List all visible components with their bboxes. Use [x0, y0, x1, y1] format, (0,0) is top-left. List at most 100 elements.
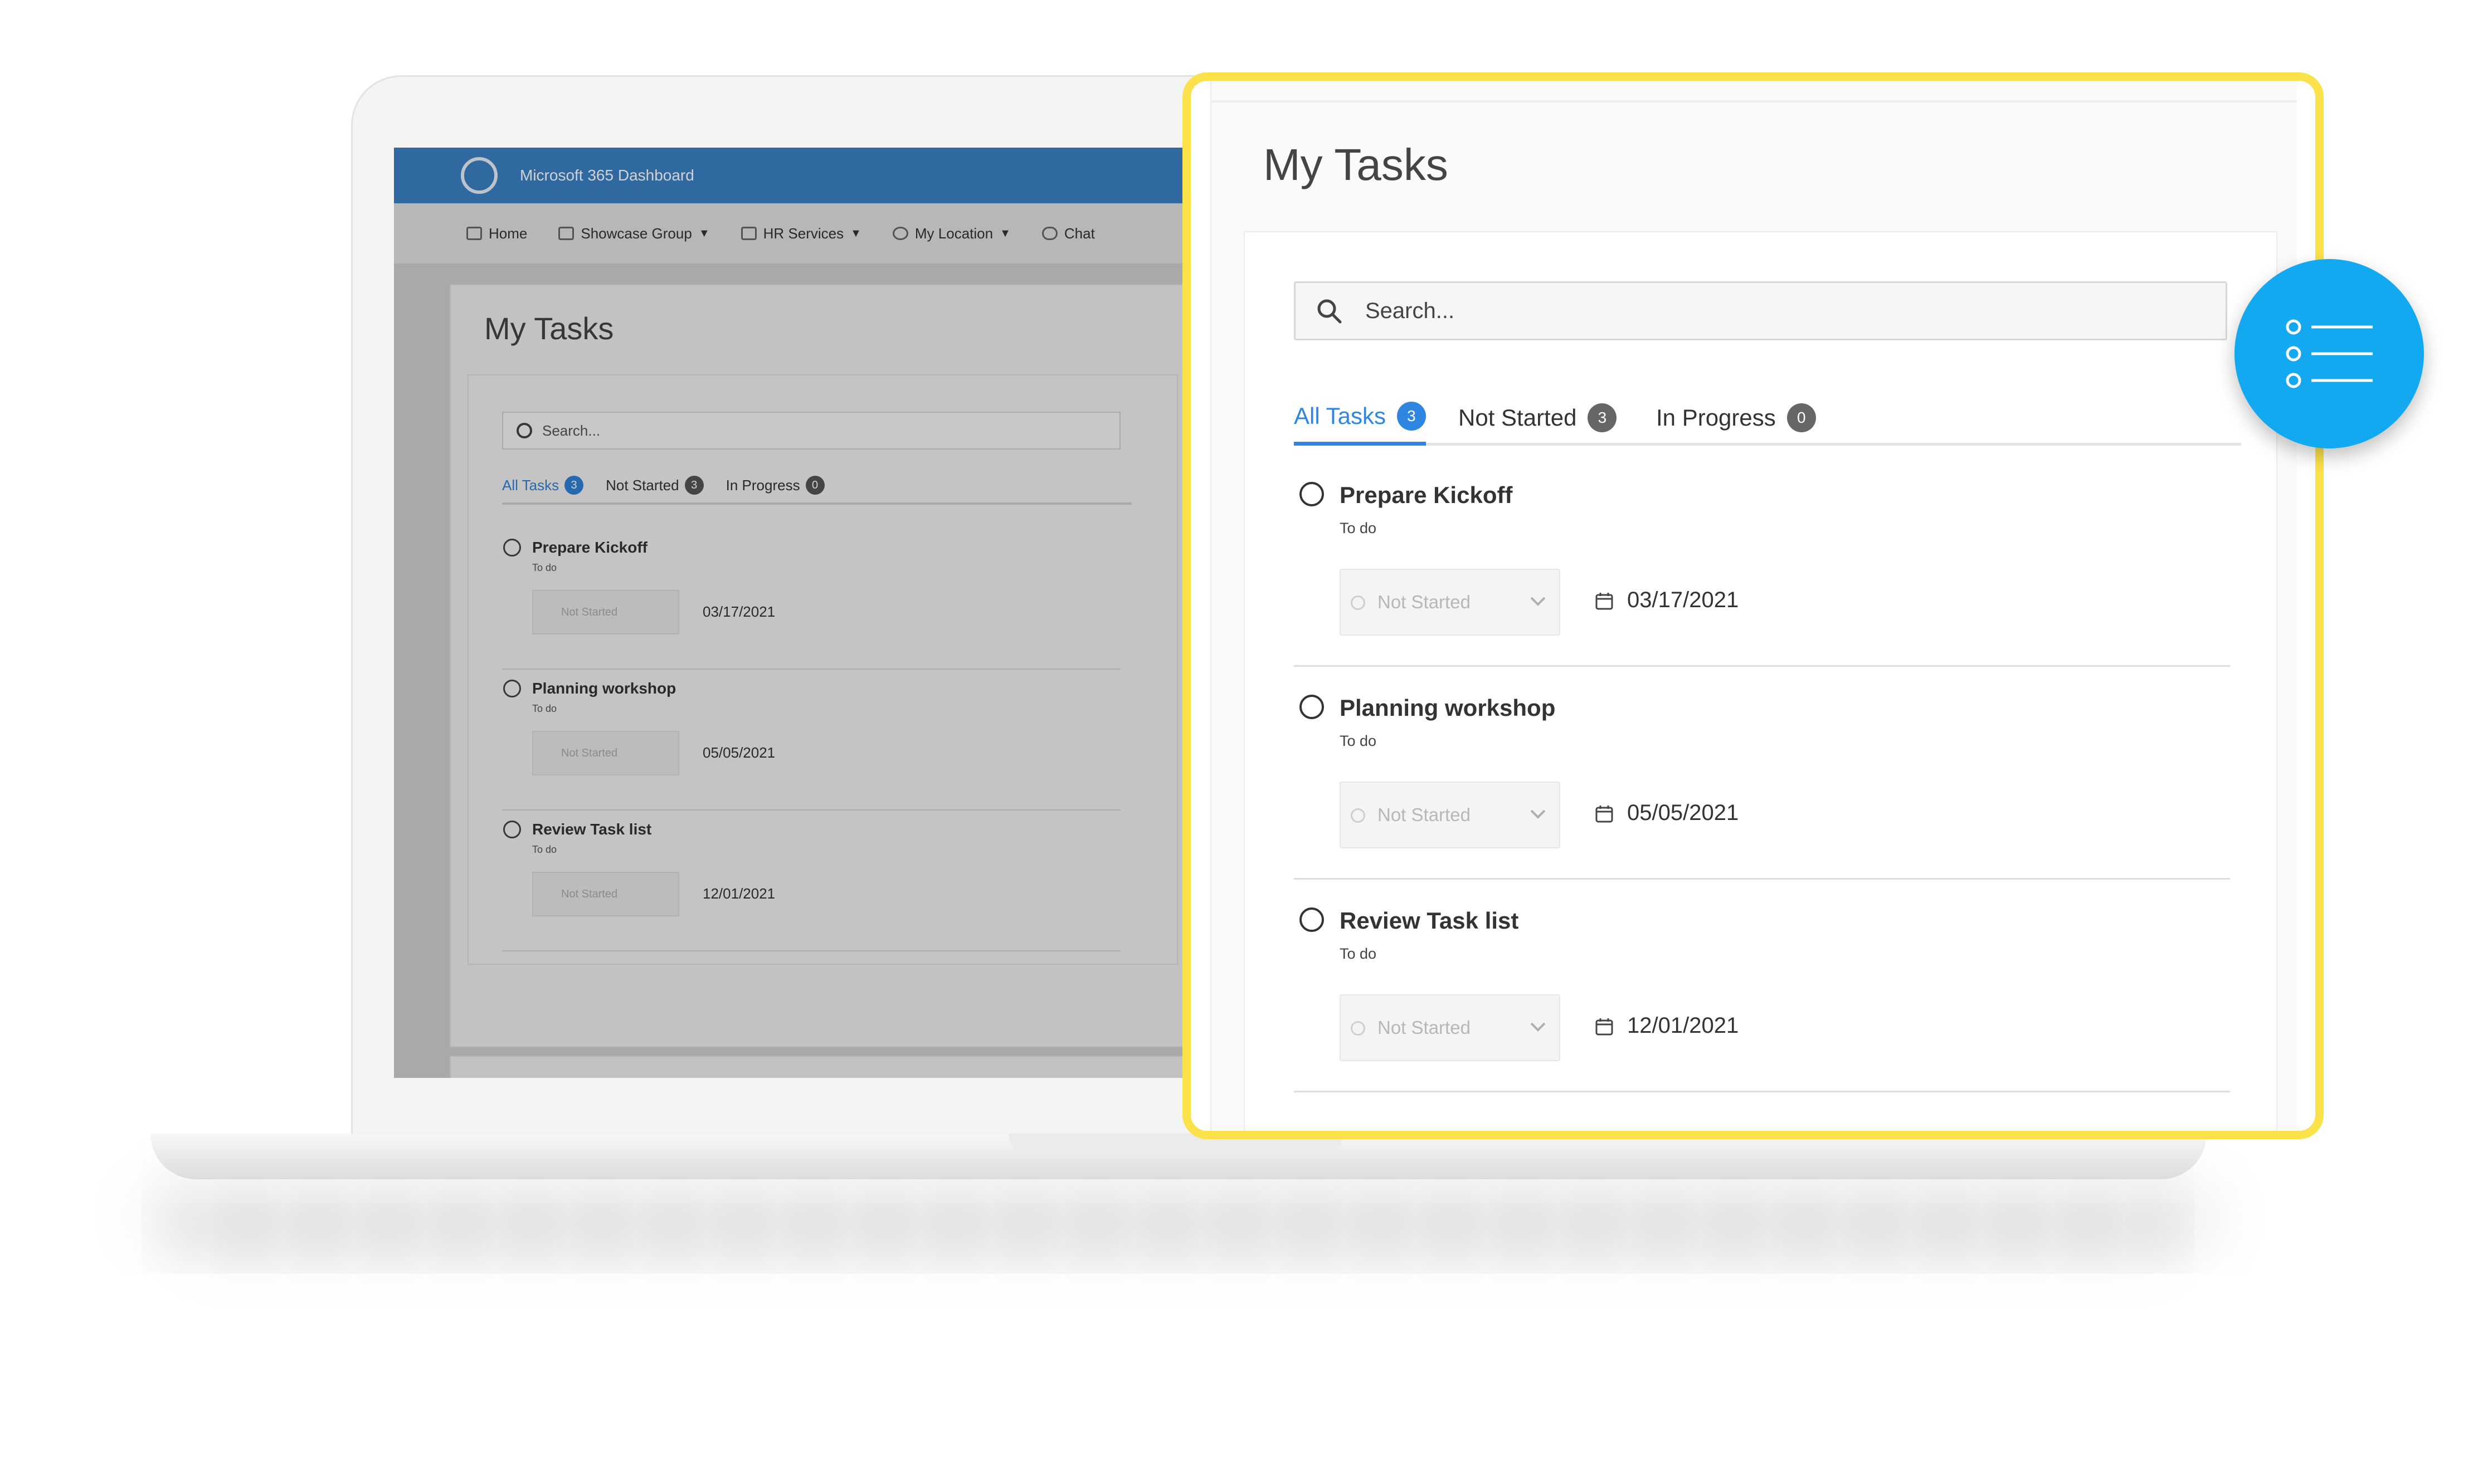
- status-value: Not Started: [1377, 804, 1471, 825]
- task-title[interactable]: Prepare Kickoff: [1340, 482, 1512, 509]
- complete-checkbox[interactable]: [503, 680, 521, 697]
- count-badge: 0: [805, 476, 825, 495]
- chat-icon: [1041, 227, 1058, 240]
- list-item: Review Task list To do Not Started 12/01…: [502, 811, 1121, 951]
- nav-label: HR Services: [763, 224, 844, 242]
- nav-label: Home: [489, 224, 528, 242]
- chevron-down-icon: [1530, 809, 1546, 819]
- tab-not-started[interactable]: Not Started 3: [606, 476, 704, 495]
- tasks-inner-small: Search... All Tasks 3 Not Started 3 In P…: [468, 374, 1178, 965]
- task-tabs: All Tasks 3 Not Started 3 In Progress 0: [1294, 390, 2241, 446]
- nav-item-showcase-group[interactable]: Showcase Group ▼: [558, 225, 710, 242]
- tab-all-tasks[interactable]: All Tasks 3: [502, 476, 584, 495]
- status-dropdown[interactable]: Not Started: [532, 731, 679, 775]
- count-badge: 3: [1588, 403, 1617, 432]
- due-date: 05/05/2021: [1627, 800, 1739, 825]
- status-circle-icon: [1351, 595, 1365, 610]
- app-logo-icon[interactable]: [461, 157, 498, 194]
- nav-label: My Location: [914, 224, 994, 242]
- tab-in-progress[interactable]: In Progress 0: [726, 476, 825, 495]
- count-badge: 0: [1786, 403, 1816, 432]
- folder-icon: [741, 227, 757, 240]
- status-value: Not Started: [561, 606, 618, 618]
- due-date: 03/17/2021: [703, 603, 776, 620]
- task-title[interactable]: Planning workshop: [1340, 695, 1555, 721]
- tab-label: In Progress: [1656, 404, 1776, 431]
- tab-all-tasks[interactable]: All Tasks 3: [1294, 390, 1426, 446]
- caret-down-icon: ▼: [1000, 227, 1011, 240]
- status-dropdown[interactable]: Not Started: [532, 872, 679, 916]
- status-value: Not Started: [561, 746, 618, 759]
- nav-item-chat[interactable]: Chat: [1041, 224, 1095, 242]
- due-date: 12/01/2021: [1627, 1013, 1739, 1038]
- complete-checkbox[interactable]: [1299, 907, 1324, 932]
- tab-label: All Tasks: [502, 476, 559, 494]
- tab-label: Not Started: [606, 476, 679, 494]
- status-value: Not Started: [1377, 1017, 1471, 1038]
- nav-item-hr-services[interactable]: HR Services ▼: [741, 225, 861, 242]
- app-title: Microsoft 365 Dashboard: [520, 167, 694, 184]
- nav-label: Chat: [1064, 224, 1095, 242]
- task-title[interactable]: Planning workshop: [532, 680, 676, 697]
- complete-checkbox[interactable]: [503, 821, 521, 838]
- task-bucket: To do: [532, 562, 557, 573]
- task-title[interactable]: Review Task list: [1340, 907, 1518, 934]
- globe-icon: [892, 227, 908, 240]
- list-item: Planning workshop To do Not Started 05/0…: [1294, 667, 2230, 880]
- calendar-icon: [1595, 1018, 1613, 1036]
- tab-label: In Progress: [726, 476, 800, 494]
- zoomed-tasks-panel: My Tasks Search... All Tasks 3 Not Start…: [1182, 72, 2324, 1139]
- due-date: 03/17/2021: [1627, 588, 1739, 612]
- tasks-webpart-small: My Tasks Search... All Tasks 3 Not Start…: [450, 284, 1194, 1047]
- task-bucket: To do: [1340, 520, 1377, 536]
- list-item: Planning workshop To do Not Started 05/0…: [502, 670, 1121, 811]
- count-badge: 3: [1396, 401, 1426, 431]
- search-placeholder: Search...: [1365, 298, 1455, 323]
- list-item: Prepare Kickoff To do Not Started 03/17/…: [1294, 454, 2230, 667]
- calendar-icon: [1595, 593, 1613, 610]
- home-icon: [466, 227, 482, 240]
- tab-label: All Tasks: [1294, 402, 1386, 429]
- task-title[interactable]: Prepare Kickoff: [532, 539, 647, 556]
- task-tabs-small: All Tasks 3 Not Started 3 In Progress 0: [502, 476, 1132, 505]
- chevron-down-icon: [1530, 597, 1546, 606]
- status-circle-icon: [1351, 1021, 1365, 1036]
- search-input-small[interactable]: Search...: [502, 412, 1121, 450]
- tab-label: Not Started: [1458, 404, 1577, 431]
- task-list-icon-badge: [2234, 259, 2424, 448]
- status-dropdown[interactable]: Not Started: [1340, 569, 1560, 636]
- task-bucket: To do: [1340, 733, 1377, 749]
- task-bucket: To do: [532, 703, 557, 714]
- complete-checkbox[interactable]: [1299, 695, 1324, 719]
- nav-item-home[interactable]: Home: [466, 225, 527, 242]
- search-icon: [1317, 299, 1342, 324]
- status-value: Not Started: [1377, 592, 1471, 612]
- task-list-small: Prepare Kickoff To do Not Started 03/17/…: [502, 529, 1121, 951]
- status-dropdown[interactable]: Not Started: [1340, 994, 1560, 1061]
- divider: [1210, 100, 2297, 102]
- status-value: Not Started: [561, 887, 618, 900]
- caret-down-icon: ▼: [698, 227, 710, 240]
- complete-checkbox[interactable]: [503, 539, 521, 556]
- status-circle-icon: [1351, 808, 1365, 823]
- status-dropdown[interactable]: Not Started: [532, 590, 679, 634]
- task-list: Prepare Kickoff To do Not Started 03/17/…: [1294, 454, 2230, 1092]
- search-icon: [517, 423, 532, 438]
- search-placeholder: Search...: [542, 422, 601, 439]
- building-icon: [558, 227, 575, 240]
- nav-item-my-location[interactable]: My Location ▼: [892, 224, 1011, 242]
- list-item: Prepare Kickoff To do Not Started 03/17/…: [502, 529, 1121, 670]
- complete-checkbox[interactable]: [1299, 482, 1324, 506]
- search-input[interactable]: Search...: [1294, 281, 2227, 340]
- due-date: 12/01/2021: [703, 885, 776, 902]
- tab-in-progress[interactable]: In Progress 0: [1656, 390, 1816, 446]
- task-bucket: To do: [532, 844, 557, 855]
- task-title[interactable]: Review Task list: [532, 821, 651, 838]
- status-dropdown[interactable]: Not Started: [1340, 782, 1560, 848]
- calendar-icon: [1595, 806, 1613, 823]
- caret-down-icon: ▼: [850, 227, 861, 240]
- tab-not-started[interactable]: Not Started 3: [1458, 390, 1617, 446]
- list-item: Review Task list To do Not Started 12/01…: [1294, 880, 2230, 1092]
- bulleted-list-icon: [2286, 319, 2373, 388]
- tasks-title-small: My Tasks: [484, 311, 614, 346]
